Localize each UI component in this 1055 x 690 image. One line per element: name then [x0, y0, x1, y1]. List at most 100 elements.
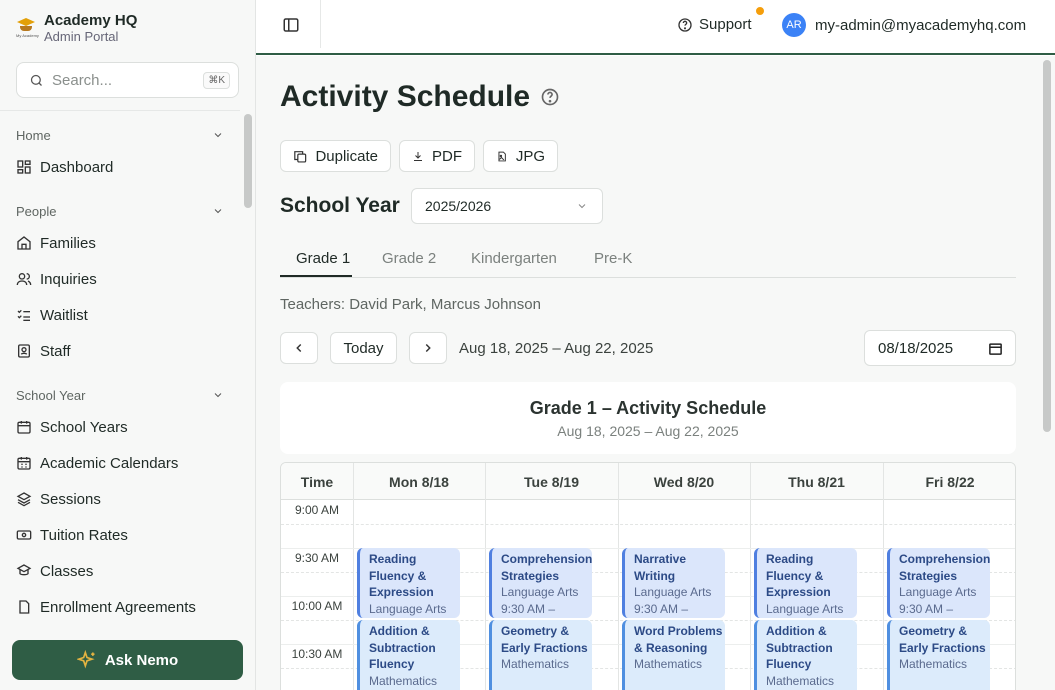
- dashboard-icon: [17, 160, 31, 174]
- academy-logo-icon: My Academy: [16, 16, 39, 40]
- file-icon: [19, 600, 30, 614]
- activity-event[interactable]: Addition & Subtraction Fluency Mathemati…: [357, 620, 460, 690]
- day-header-mon: Mon 8/18: [389, 473, 449, 490]
- sidebar-item-waitlist[interactable]: Waitlist: [0, 297, 240, 333]
- calendar-icon: [17, 421, 31, 434]
- time-label: 10:00 AM: [291, 599, 343, 613]
- active-tab-indicator: [280, 275, 352, 277]
- list-check-icon: [17, 309, 30, 321]
- grid-line: [485, 463, 486, 690]
- chevron-down-icon: [214, 209, 222, 214]
- top-bar: Support AR my-admin@myacademyhq.com: [256, 0, 1055, 55]
- grid-line: [750, 463, 751, 690]
- day-header-fri: Fri 8/22: [925, 473, 975, 490]
- sidebar-item-academic-calendars[interactable]: Academic Calendars: [0, 445, 240, 481]
- search-box[interactable]: ⌘K: [16, 62, 239, 98]
- sidebar-toggle-icon[interactable]: [282, 16, 300, 34]
- shortcut-badge: ⌘K: [203, 71, 230, 89]
- sidebar-scrollbar[interactable]: [244, 114, 252, 208]
- time-label: 9:00 AM: [294, 503, 340, 517]
- tab-grade-2[interactable]: Grade 2: [382, 250, 436, 267]
- chevron-right-icon: [425, 343, 431, 353]
- brand[interactable]: My Academy Academy HQ Admin Portal: [16, 12, 137, 44]
- section-home[interactable]: Home: [0, 125, 240, 145]
- grid-line: [883, 463, 884, 690]
- day-header-wed: Wed 8/20: [653, 473, 715, 490]
- prev-week-button[interactable]: [280, 332, 318, 364]
- search-icon: [30, 74, 42, 86]
- ask-nemo-button[interactable]: Ask Nemo: [12, 640, 243, 680]
- chevron-down-icon: [214, 133, 222, 138]
- duplicate-button[interactable]: Duplicate: [280, 140, 391, 172]
- teachers-text: Teachers: David Park, Marcus Johnson: [280, 296, 541, 313]
- date-picker-input[interactable]: 08/18/2025: [864, 330, 1016, 366]
- sidebar-item-staff[interactable]: Staff: [0, 333, 240, 369]
- sidebar-item-inquiries[interactable]: Inquiries: [0, 261, 240, 297]
- section-school-year[interactable]: School Year: [0, 385, 240, 405]
- today-button[interactable]: Today: [330, 332, 397, 364]
- notification-dot: [756, 7, 764, 15]
- main-scrollbar[interactable]: [1043, 60, 1051, 432]
- activity-event[interactable]: Addition & Subtraction Fluency Mathemati…: [754, 620, 857, 690]
- sidebar-item-classes[interactable]: Classes: [0, 553, 240, 589]
- time-label: 10:30 AM: [291, 647, 343, 661]
- schedule-header: Grade 1 – Activity Schedule Aug 18, 2025…: [280, 382, 1016, 454]
- brand-subtitle: Admin Portal: [44, 29, 119, 44]
- layers-icon: [16, 492, 32, 507]
- classes-icon: [16, 564, 32, 576]
- time-column-header: Time: [300, 473, 334, 490]
- sidebar-item-sessions[interactable]: Sessions: [0, 481, 240, 517]
- schedule-title: Grade 1 – Activity Schedule: [529, 398, 767, 418]
- pdf-button[interactable]: PDF: [399, 140, 475, 172]
- tab-grade-1[interactable]: Grade 1: [296, 250, 350, 267]
- calendar-days-icon: [17, 457, 31, 470]
- grid-line: [618, 463, 619, 690]
- users-icon: [16, 273, 32, 286]
- section-people[interactable]: People: [0, 201, 240, 221]
- grade-tabs: Grade 1 Grade 2 Kindergarten Pre-K: [280, 242, 1016, 278]
- calendar-icon[interactable]: [988, 341, 1003, 356]
- activity-event[interactable]: Narrative Writing Language Arts 9:30 AM …: [622, 548, 725, 618]
- sidebar-item-dashboard[interactable]: Dashboard: [0, 149, 240, 185]
- download-icon: [414, 151, 422, 161]
- tab-pre-k[interactable]: Pre-K: [594, 250, 632, 267]
- school-year-select[interactable]: 2025/2026: [411, 188, 603, 224]
- badge-icon: [18, 344, 30, 358]
- activity-event[interactable]: Geometry & Early Fractions Mathematics: [489, 620, 592, 690]
- sidebar-item-school-years[interactable]: School Years: [0, 409, 240, 445]
- activity-event[interactable]: Geometry & Early Fractions Mathematics: [887, 620, 990, 690]
- schedule-grid: Time Mon 8/18 Tue 8/19 Wed 8/20 Thu 8/21…: [280, 462, 1016, 690]
- activity-event[interactable]: Comprehension Strategies Language Arts 9…: [489, 548, 592, 618]
- chevron-down-icon: [214, 393, 222, 398]
- activity-event[interactable]: Reading Fluency & Expression Language Ar…: [754, 548, 857, 618]
- support-button[interactable]: Support: [677, 16, 752, 33]
- search-input[interactable]: [52, 71, 204, 89]
- sidebar-item-enrollment-agreements[interactable]: Enrollment Agreements: [0, 589, 240, 625]
- jpg-button[interactable]: JPG: [483, 140, 558, 172]
- time-label: 9:30 AM: [294, 551, 340, 565]
- chevron-left-icon: [296, 343, 302, 353]
- banknote-icon: [16, 530, 32, 540]
- day-header-thu: Thu 8/21: [788, 473, 845, 490]
- image-file-icon: [498, 151, 506, 161]
- schedule-subtitle: Aug 18, 2025 – Aug 22, 2025: [557, 423, 739, 439]
- tab-kindergarten[interactable]: Kindergarten: [471, 250, 557, 267]
- grid-line: [281, 524, 1015, 525]
- activity-event[interactable]: Reading Fluency & Expression Language Ar…: [357, 548, 460, 618]
- next-week-button[interactable]: [409, 332, 447, 364]
- page-title: Activity Schedule: [280, 80, 560, 114]
- sidebar-item-tuition-rates[interactable]: Tuition Rates: [0, 517, 240, 553]
- user-menu[interactable]: AR my-admin@myacademyhq.com: [782, 13, 1026, 37]
- activity-event[interactable]: Comprehension Strategies Language Arts 9…: [887, 548, 990, 618]
- date-range: Aug 18, 2025 – Aug 22, 2025: [459, 340, 654, 357]
- day-header-tue: Tue 8/19: [524, 473, 579, 490]
- help-circle-icon[interactable]: [540, 87, 560, 107]
- activity-event[interactable]: Word Problems & Reasoning Mathematics: [622, 620, 725, 690]
- sidebar-item-families[interactable]: Families: [0, 225, 240, 261]
- home-icon: [17, 236, 31, 250]
- avatar: AR: [782, 13, 806, 37]
- help-circle-icon: [678, 17, 692, 32]
- brand-title: Academy HQ: [44, 12, 138, 29]
- chevron-down-icon: [578, 204, 586, 209]
- school-year-label: School Year: [280, 194, 400, 217]
